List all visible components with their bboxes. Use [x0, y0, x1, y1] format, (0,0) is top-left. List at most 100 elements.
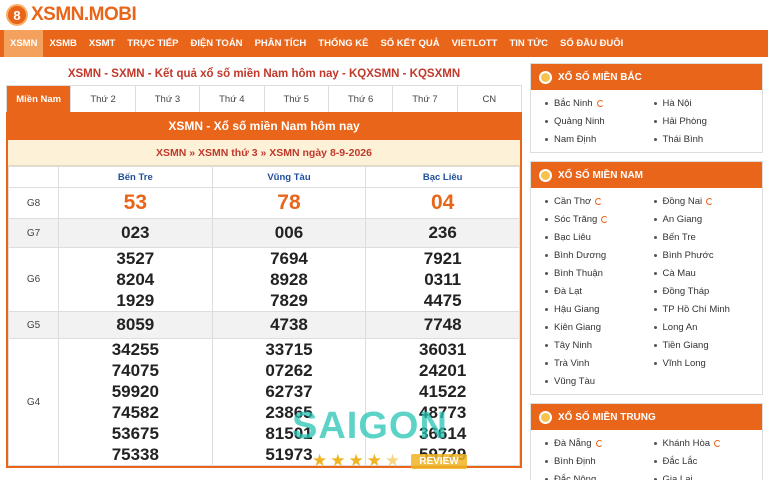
province-name: Bắc Ninh	[554, 97, 593, 109]
prize-number: 36614	[419, 424, 467, 443]
tab-thu-7[interactable]: Thứ 7	[393, 86, 458, 112]
province-name: Trà Vinh	[554, 357, 590, 369]
province-name: An Giang	[662, 213, 703, 225]
table-row: G5 8059 4738 7748	[8, 311, 520, 339]
region-title: XỔ SỐ MIỀN TRUNG	[558, 411, 656, 423]
prize-number: 023	[58, 218, 213, 248]
loading-spinner-icon	[595, 197, 603, 205]
tab-thu-4[interactable]: Thứ 4	[200, 86, 265, 112]
province-name: Cà Mau	[662, 267, 696, 279]
province-link[interactable]: An Giang	[653, 210, 763, 228]
nav-item-dien-toan[interactable]: ĐIỆN TOÁN	[184, 30, 248, 57]
prize-number: 41522	[419, 382, 467, 401]
province-link[interactable]: Vĩnh Long	[653, 354, 763, 372]
breadcrumb-link[interactable]: XSMN	[156, 147, 186, 159]
nav-item-truc-tiep[interactable]: TRỰC TIẾP	[121, 30, 184, 57]
province-link[interactable]: TP Hồ Chí Minh	[653, 300, 763, 318]
province-link[interactable]: Tiền Giang	[653, 336, 763, 354]
breadcrumb-link[interactable]: XSMN thứ 3	[198, 147, 258, 159]
tab-thu-6[interactable]: Thứ 6	[328, 86, 394, 112]
province-link[interactable]: Hải Phòng	[653, 112, 763, 130]
province-link[interactable]: Bình Định	[545, 452, 654, 470]
province-link[interactable]: Đà Lạt	[545, 282, 654, 300]
province-link[interactable]: Quảng Ninh	[545, 112, 654, 130]
province-link[interactable]: Bình Phước	[653, 246, 763, 264]
region-list: Bắc Ninh Hà Nội Quảng Ninh Hải Phòng Nam Địn…	[531, 90, 762, 152]
result-box: XSMN - Xổ số miền Nam hôm nay XSMN » XSM…	[6, 112, 522, 468]
province-name: Đồng Tháp	[662, 285, 710, 297]
tab-thu-3[interactable]: Thứ 3	[135, 86, 201, 112]
bullet-icon	[545, 459, 548, 463]
logo-ball-icon: 8	[6, 4, 28, 26]
nav-item-xsmt[interactable]: XSMT	[83, 30, 121, 57]
province-link[interactable]: Bắc Ninh	[545, 94, 654, 112]
prize-number: 51973	[265, 445, 313, 464]
prize-number: 33715	[265, 340, 313, 359]
prize-number: 53675	[111, 424, 159, 443]
province-link[interactable]: Hà Nội	[653, 94, 763, 112]
tab-thu-5[interactable]: Thứ 5	[264, 86, 329, 112]
province-link[interactable]: Đắc Nông	[545, 470, 654, 480]
nav-item-xsmb[interactable]: XSMB	[43, 30, 82, 57]
site-logo[interactable]: 8 XSMN.MOBI	[6, 4, 137, 26]
province-link[interactable]: Tây Ninh	[545, 336, 654, 354]
province-header[interactable]: Bạc Liêu	[365, 166, 520, 188]
prize-label: G4	[8, 338, 59, 466]
province-header[interactable]: Bến Tre	[58, 166, 213, 188]
province-link[interactable]: Gia Lai	[653, 470, 763, 480]
province-name: Hải Phòng	[662, 115, 707, 127]
lottery-ball-icon	[539, 168, 552, 182]
lottery-ball-icon	[539, 410, 552, 424]
province-link[interactable]: Khánh Hòa	[653, 434, 763, 452]
nav-item-phan-tich[interactable]: PHÂN TÍCH	[249, 30, 313, 57]
prize-number: 81501	[265, 424, 313, 443]
tab-cn[interactable]: CN	[457, 86, 521, 112]
province-link[interactable]: Bạc Liêu	[545, 228, 654, 246]
province-name: Nam Định	[554, 133, 597, 145]
prize-cell: 33715 07262 62737 23865 81501 51973	[211, 338, 367, 466]
province-name: Gia Lai	[662, 473, 693, 480]
bullet-icon	[545, 137, 548, 141]
table-row: G8 53 78 04	[8, 187, 520, 219]
nav-item-so-ket-qua[interactable]: SỐ KẾT QUẢ	[374, 30, 445, 57]
prize-label: G7	[8, 218, 59, 248]
nav-item-xsmn[interactable]: XSMN	[4, 30, 44, 57]
province-name: Khánh Hòa	[662, 437, 711, 449]
province-link[interactable]: Bến Tre	[653, 228, 763, 246]
province-name: Cần Thơ	[554, 195, 592, 207]
bullet-icon	[545, 253, 548, 257]
province-link[interactable]: Trà Vinh	[545, 354, 654, 372]
breadcrumb-separator: »	[189, 147, 196, 159]
tab-mien-nam[interactable]: Miền Nam	[7, 86, 72, 112]
province-link[interactable]: Cần Thơ	[545, 192, 654, 210]
prize-number: 3527	[116, 249, 155, 268]
nav-item-thong-ke[interactable]: THỐNG KÊ	[312, 30, 374, 57]
sidebar: XỔ SỐ MIỀN BẮC Bắc Ninh Hà Nội Quảng Ninh H…	[530, 63, 763, 480]
province-link[interactable]: Đắc Lắc	[653, 452, 763, 470]
province-link[interactable]: Đồng Nai	[653, 192, 763, 210]
province-link[interactable]: Vũng Tàu	[545, 372, 654, 390]
nav-item-vietlott[interactable]: VIETLOTT	[446, 30, 504, 57]
province-link[interactable]: Kiên Giang	[545, 318, 654, 336]
province-link[interactable]: Bình Thuận	[545, 264, 654, 282]
province-link[interactable]: Nam Định	[545, 130, 654, 148]
day-tabs: Miền Nam Thứ 2 Thứ 3 Thứ 4 Thứ 5 Thứ 6 T…	[6, 85, 522, 112]
tab-thu-2[interactable]: Thứ 2	[71, 86, 136, 112]
province-link[interactable]: Sóc Trăng	[545, 210, 654, 228]
bullet-icon	[653, 199, 657, 203]
province-link[interactable]: Long An	[653, 318, 763, 336]
breadcrumb-link[interactable]: XSMN ngày 8-9-2026	[269, 147, 372, 159]
loading-spinner-icon	[596, 99, 604, 107]
province-link[interactable]: Đà Nẵng	[545, 434, 654, 452]
province-link[interactable]: Hậu Giang	[545, 300, 654, 318]
nav-item-so-dau-duoi[interactable]: SỔ ĐẦU ĐUÔI	[554, 30, 629, 57]
province-link[interactable]: Thái Bình	[653, 130, 763, 148]
province-link[interactable]: Cà Mau	[653, 264, 763, 282]
province-header[interactable]: Vũng Tàu	[211, 166, 367, 188]
bullet-icon	[653, 325, 657, 329]
province-link[interactable]: Bình Dương	[545, 246, 654, 264]
province-link[interactable]: Đồng Tháp	[653, 282, 763, 300]
nav-item-tin-tuc[interactable]: TIN TỨC	[503, 30, 554, 57]
prize-number: 006	[211, 218, 367, 248]
bullet-icon	[545, 119, 548, 123]
